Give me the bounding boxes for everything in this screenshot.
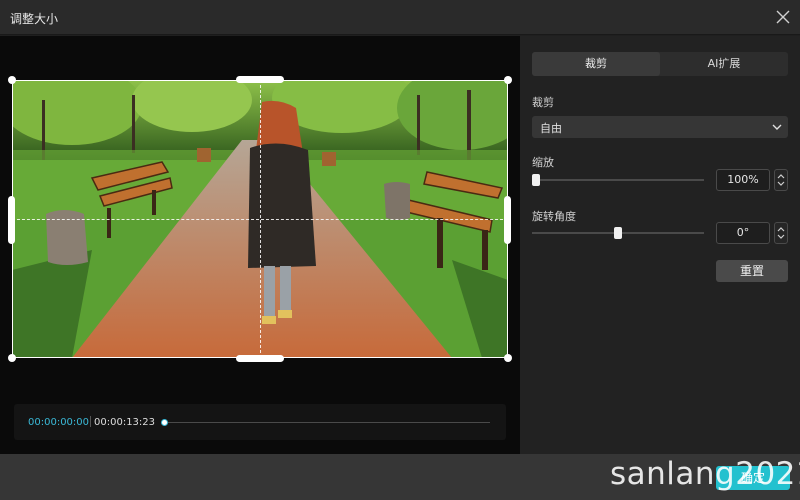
- total-timecode: 00:00:13:23: [94, 417, 156, 428]
- crop-handle-top-right[interactable]: [504, 76, 512, 84]
- window-title: 调整大小: [10, 12, 59, 26]
- crop-handle-top-left[interactable]: [8, 76, 16, 84]
- scale-stepper[interactable]: [774, 169, 788, 191]
- watermark-text: sanlang2021: [610, 456, 800, 492]
- chevron-down-icon: [772, 124, 782, 130]
- scale-label: 缩放: [532, 156, 554, 169]
- preview-pane: 00:00:00:00 00:00:13:23: [0, 36, 520, 454]
- title-bar: 调整大小: [0, 0, 800, 35]
- scale-slider-thumb[interactable]: [532, 174, 540, 186]
- crop-handle-bottom-left[interactable]: [8, 354, 16, 362]
- current-timecode: 00:00:00:00: [28, 417, 90, 428]
- crop-ratio-label: 裁剪: [532, 96, 554, 109]
- scale-value-input[interactable]: 100%: [716, 169, 770, 191]
- crop-handle-bottom-right[interactable]: [504, 354, 512, 362]
- timecode-divider: [90, 416, 91, 427]
- crop-handle-left[interactable]: [8, 196, 15, 244]
- crop-handle-top[interactable]: [236, 76, 284, 83]
- settings-panel: 裁剪 AI扩展 裁剪 自由 缩放 100% 旋转角度 0° 重置: [520, 36, 800, 454]
- scale-slider-track[interactable]: [532, 179, 704, 181]
- crop-guide-vertical: [260, 80, 261, 358]
- scrub-track[interactable]: [164, 422, 490, 423]
- tab-crop[interactable]: 裁剪: [532, 52, 660, 76]
- mode-tabs: 裁剪 AI扩展: [532, 52, 788, 76]
- rotation-stepper[interactable]: [774, 222, 788, 244]
- crop-handle-bottom[interactable]: [236, 355, 284, 362]
- reset-button[interactable]: 重置: [716, 260, 788, 282]
- crop-ratio-select[interactable]: 自由: [532, 116, 788, 138]
- footer-bar: 确定 sanlang2021: [0, 454, 800, 500]
- rotation-value-input[interactable]: 0°: [716, 222, 770, 244]
- crop-handle-right[interactable]: [504, 196, 511, 244]
- playback-bar: 00:00:00:00 00:00:13:23: [14, 404, 506, 440]
- rotation-label: 旋转角度: [532, 210, 576, 223]
- rotation-slider-thumb[interactable]: [614, 227, 622, 239]
- close-icon: [776, 10, 790, 24]
- crop-ratio-value: 自由: [540, 122, 562, 135]
- playhead-knob[interactable]: [161, 419, 168, 426]
- tab-ai-expand[interactable]: AI扩展: [660, 52, 788, 76]
- close-button[interactable]: [772, 6, 794, 28]
